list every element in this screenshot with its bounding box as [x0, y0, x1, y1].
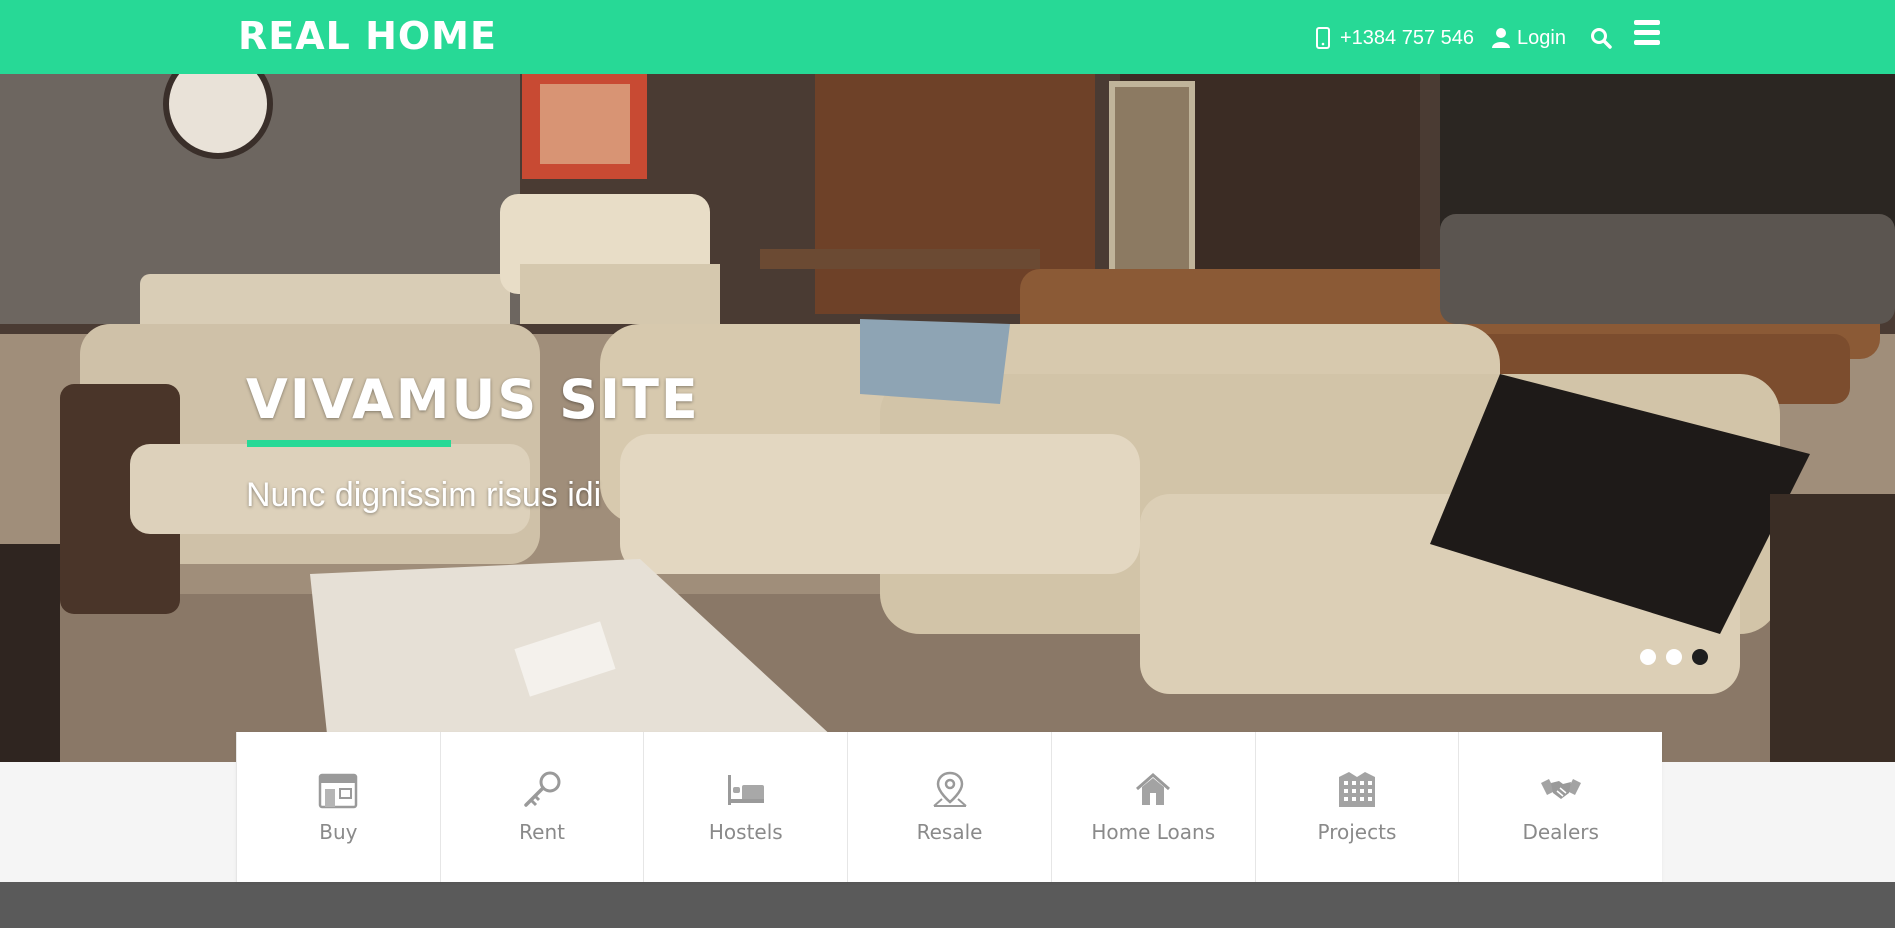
category-label: Hostels	[708, 820, 783, 844]
category-projects[interactable]: Projects	[1256, 732, 1460, 882]
category-rent[interactable]: Rent	[441, 732, 645, 882]
hero-title: VIVAMUS SITE	[246, 368, 700, 431]
mobile-phone-icon	[1316, 27, 1330, 49]
slider-dot-2[interactable]	[1666, 649, 1682, 665]
category-home-loans[interactable]: Home Loans	[1052, 732, 1256, 882]
bed-icon	[727, 775, 764, 805]
category-label: Home Loans	[1091, 820, 1216, 844]
storefront-icon	[319, 773, 358, 809]
user-icon	[1492, 28, 1510, 48]
hamburger-menu-icon[interactable]	[1634, 20, 1660, 48]
category-label: Rent	[519, 820, 565, 844]
category-buy[interactable]: Buy	[236, 732, 441, 882]
phone-number: +1384 757 546	[1340, 27, 1475, 49]
site-logo[interactable]: REAL HOME	[238, 14, 497, 58]
top-bar: REAL HOME +1384 757 546 Login	[0, 0, 1895, 74]
category-resale[interactable]: Resale	[848, 732, 1052, 882]
next-section-band	[0, 882, 1895, 928]
login-link[interactable]: Login	[1491, 24, 1566, 52]
category-label: Buy	[319, 820, 358, 844]
category-label: Resale	[916, 820, 983, 844]
location-pin-icon	[932, 771, 967, 807]
handshake-icon	[1540, 779, 1581, 799]
slider-dot-3[interactable]	[1692, 649, 1708, 665]
hero-title-underline	[247, 440, 451, 447]
house-icon	[1136, 773, 1171, 805]
hero-subtitle: Nunc dignissim risus idi	[246, 476, 602, 514]
slider-dot-1[interactable]	[1640, 649, 1656, 665]
login-label: Login	[1517, 27, 1566, 49]
category-label: Dealers	[1522, 820, 1599, 844]
category-label: Projects	[1317, 820, 1397, 844]
category-dealers[interactable]: Dealers	[1459, 732, 1662, 882]
category-nav: Buy Rent Hostels Resale Home Loans Proje…	[236, 732, 1662, 882]
hero-slider: VIVAMUS SITE Nunc dignissim risus idi	[0, 74, 1895, 762]
search-icon[interactable]	[1589, 26, 1613, 50]
slider-pagination	[1640, 649, 1708, 665]
key-icon	[524, 771, 561, 807]
category-hostels[interactable]: Hostels	[644, 732, 849, 882]
phone-contact[interactable]: +1384 757 546	[1316, 24, 1474, 52]
building-icon	[1338, 772, 1375, 807]
